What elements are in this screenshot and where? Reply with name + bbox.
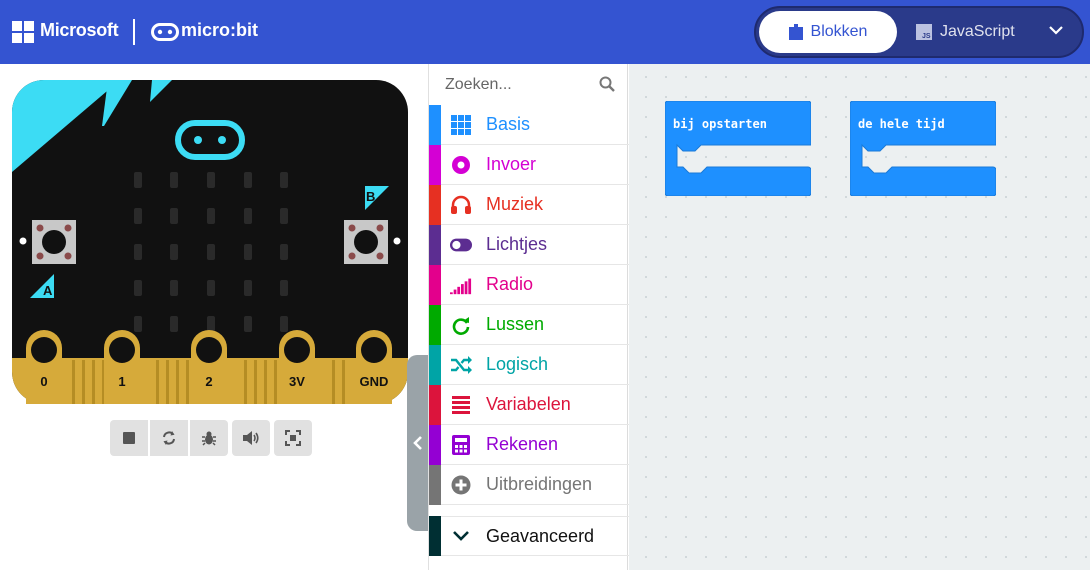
category-basis-label: Basis — [486, 114, 531, 134]
svg-text:GND: GND — [360, 374, 389, 389]
restart-icon — [163, 431, 175, 445]
lines-icon — [450, 394, 472, 416]
fullscreen-button[interactable] — [274, 420, 312, 456]
category-advanced-label: Geavanceerd — [486, 525, 595, 546]
category-color-bar — [429, 264, 441, 305]
app-header: Microsoft micro:bit Blokken JS JavaScrip… — [0, 0, 1090, 64]
category-lichtjes-label: Lichtjes — [486, 234, 548, 254]
category-variabelen[interactable]: Variabelen — [429, 384, 629, 425]
category-variabelen-label: Variabelen — [486, 394, 571, 414]
microbit-board: A B 0 1 2 3V GND — [12, 80, 408, 404]
fullscreen-icon — [285, 430, 301, 446]
refresh-icon — [450, 314, 472, 336]
category-invoer-label: Invoer — [486, 154, 537, 174]
svg-text:2: 2 — [205, 374, 212, 389]
javascript-icon: JS — [916, 24, 932, 40]
category-color-bar — [429, 464, 441, 505]
toggle-icon — [450, 234, 472, 256]
category-color-bar — [429, 304, 441, 345]
stop-button[interactable] — [110, 420, 148, 456]
plus-circle-icon — [450, 474, 472, 496]
simulator-toolbar — [110, 420, 312, 456]
category-radio[interactable]: Radio — [429, 264, 629, 305]
category-basis[interactable]: Basis — [429, 104, 629, 145]
calculator-icon — [450, 434, 472, 456]
blocks-mode-label: Blokken — [810, 23, 868, 40]
category-color-bar — [429, 144, 441, 185]
category-color-bar — [429, 384, 441, 425]
on-start-block[interactable]: bij opstarten — [664, 100, 812, 197]
mute-button[interactable] — [232, 420, 270, 456]
editor-mode-switch: Blokken JS JavaScript — [754, 6, 1084, 58]
blocks-mode-button[interactable]: Blokken — [759, 11, 897, 53]
button-a[interactable] — [32, 220, 76, 264]
collapse-simulator-tab[interactable] — [407, 355, 429, 531]
button-b-label: B — [366, 189, 375, 204]
pin-1[interactable]: 1 — [104, 330, 140, 404]
js-badge: JS — [922, 33, 931, 40]
pin-3v[interactable]: 3V — [279, 330, 315, 404]
chevron-left-icon — [413, 436, 422, 450]
sound-icon — [243, 431, 259, 445]
stop-icon — [123, 432, 135, 444]
signal-icon — [450, 274, 472, 296]
on-start-label: bij opstarten — [673, 117, 767, 131]
category-logisch-label: Logisch — [486, 354, 549, 374]
circle-icon — [450, 154, 472, 176]
block-workspace[interactable]: bij opstarten de hele tijd — [629, 64, 1090, 570]
category-muziek-label: Muziek — [486, 194, 544, 214]
search-icon[interactable] — [599, 76, 615, 92]
category-color-bar — [429, 224, 441, 265]
forever-label: de hele tijd — [858, 117, 945, 131]
category-radio-label: Radio — [486, 274, 534, 294]
pin-2[interactable]: 2 — [191, 330, 227, 404]
javascript-mode-button[interactable]: JS JavaScript — [916, 11, 1015, 53]
puzzle-icon — [788, 24, 803, 40]
restart-button[interactable] — [150, 420, 188, 456]
svg-text:3V: 3V — [289, 374, 305, 389]
forever-block[interactable]: de hele tijd — [849, 100, 997, 197]
category-lussen-label: Lussen — [486, 314, 545, 334]
header-divider — [133, 19, 135, 45]
shuffle-icon — [450, 354, 472, 376]
button-b[interactable] — [344, 220, 388, 264]
search-input[interactable] — [445, 74, 595, 96]
chevron-down-icon — [450, 525, 472, 547]
toolbox-search — [429, 64, 629, 104]
pin-0[interactable]: 0 — [26, 330, 62, 404]
javascript-mode-label: JavaScript — [940, 23, 1015, 40]
microbit-logo-icon[interactable] — [151, 23, 179, 41]
microsoft-logo-icon[interactable] — [12, 21, 34, 43]
category-logisch[interactable]: Logisch — [429, 344, 629, 385]
category-rekenen[interactable]: Rekenen — [429, 424, 629, 465]
category-color-bar — [429, 184, 441, 225]
category-lussen[interactable]: Lussen — [429, 304, 629, 345]
category-color-bar — [429, 424, 441, 465]
category-color-bar — [429, 104, 441, 145]
microsoft-brand[interactable]: Microsoft — [40, 20, 119, 41]
category-rekenen-label: Rekenen — [486, 434, 559, 454]
category-lichtjes[interactable]: Lichtjes — [429, 224, 629, 265]
block-toolbox: Basis Invoer Muziek Lichtjes Radio Lussen Logi… — [428, 64, 629, 570]
pin-gnd[interactable]: GND — [356, 330, 392, 404]
category-uitbreidingen[interactable]: Uitbreidingen — [429, 464, 629, 505]
headphones-icon — [450, 194, 472, 216]
svg-text:1: 1 — [118, 374, 125, 389]
category-color-bar — [429, 344, 441, 385]
grid-icon — [450, 114, 472, 136]
category-advanced[interactable]: Geavanceerd — [429, 516, 629, 556]
category-invoer[interactable]: Invoer — [429, 144, 629, 185]
button-a-label: A — [43, 283, 53, 298]
svg-text:0: 0 — [40, 374, 47, 389]
microbit-brand[interactable]: micro:bit — [181, 20, 258, 41]
chevron-down-icon[interactable] — [1048, 22, 1064, 38]
debug-icon — [202, 431, 216, 446]
debug-button[interactable] — [190, 420, 228, 456]
category-uitbreidingen-label: Uitbreidingen — [486, 474, 593, 494]
category-muziek[interactable]: Muziek — [429, 184, 629, 225]
